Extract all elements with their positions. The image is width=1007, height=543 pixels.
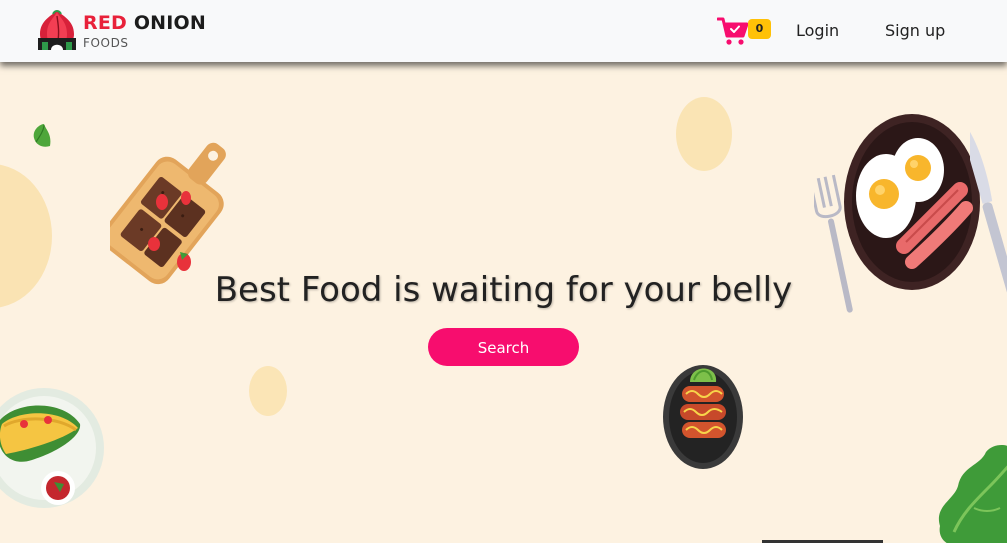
cutting-board-with-brownies-icon [110, 142, 226, 285]
shopping-cart-icon[interactable] [717, 15, 749, 47]
navbar: RED ONION FOODS 0 Login Sign up [0, 0, 1007, 62]
hero-banner: Best Food is waiting for your belly Sear… [0, 62, 1007, 543]
leaf-icon [33, 124, 51, 147]
eggs-and-sausage-plate-icon [844, 114, 980, 290]
brand-logo[interactable]: RED ONION FOODS [36, 8, 206, 52]
hero-headline: Best Food is waiting for your belly [214, 270, 793, 310]
lettuce-icon [938, 445, 1007, 543]
brand-title-highlight: RED [83, 12, 127, 34]
onion-logo-icon [38, 10, 76, 50]
cart-count-badge: 0 [748, 19, 771, 39]
login-link[interactable]: Login [796, 21, 839, 40]
taco-plate-icon [0, 388, 104, 508]
decorative-blob [676, 97, 732, 171]
sausage-plate-icon [663, 365, 743, 469]
brand-subtitle: FOODS [83, 36, 129, 50]
brand-title-rest: ONION [133, 12, 206, 34]
search-button[interactable]: Search [428, 328, 579, 366]
decorative-blob [249, 366, 287, 416]
signup-link[interactable]: Sign up [885, 21, 945, 40]
brand-title: RED ONION [83, 12, 206, 34]
